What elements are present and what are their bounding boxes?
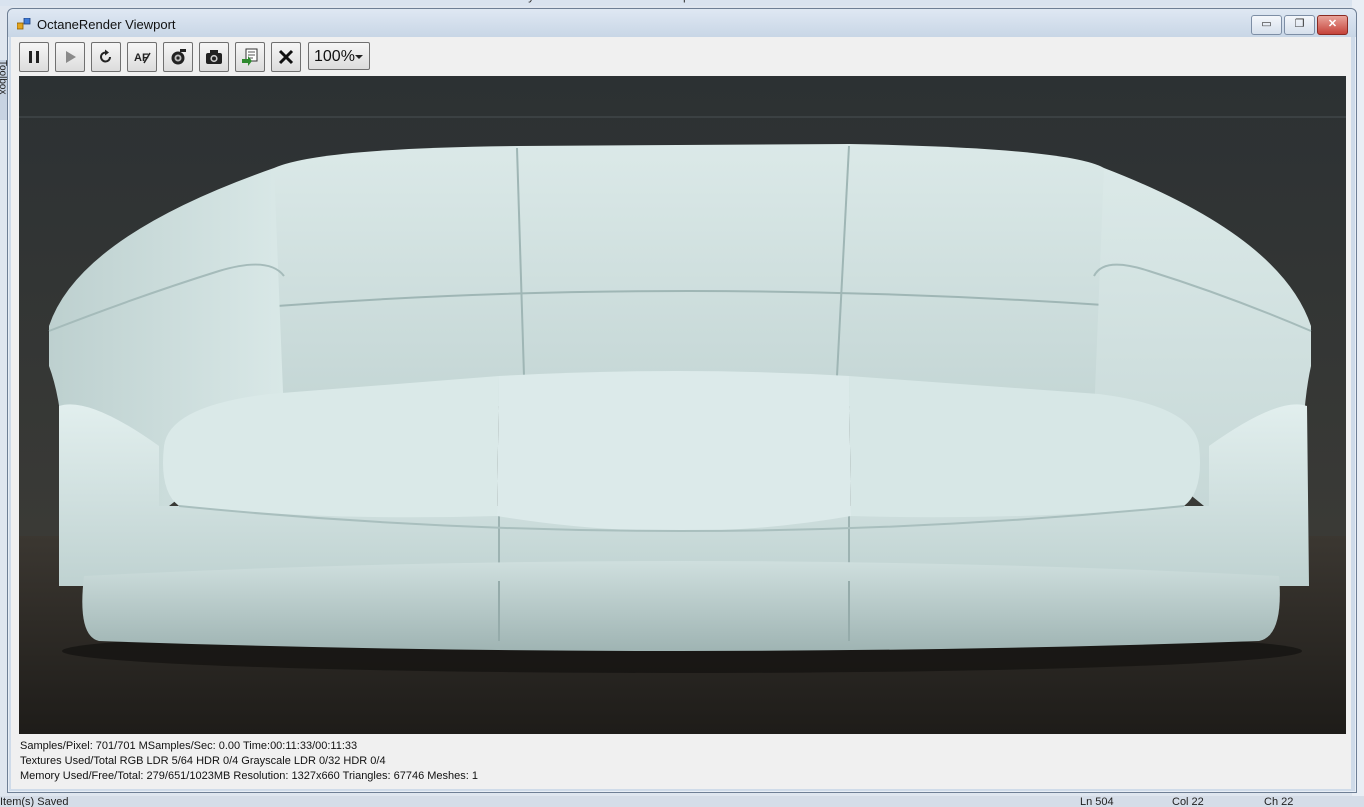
octane-app-icon — [17, 18, 31, 30]
stop-button[interactable] — [271, 42, 301, 72]
octane-viewport-window: OctaneRender Viewport ▭ ❐ ✕ AF 100% Samp… — [7, 8, 1357, 793]
host-menu-item-dimension[interactable]: Dimension — [323, 0, 380, 3]
viewport-client: AF 100% Samples/Pixel: 701/701 MSamples/… — [11, 37, 1351, 789]
host-menu-item-help[interactable]: Help — [665, 0, 690, 3]
render-viewport[interactable] — [19, 76, 1346, 734]
render-statistics: Samples/Pixel: 701/701 MSamples/Sec: 0.0… — [20, 739, 478, 784]
host-menu-item-panels[interactable]: Panels — [614, 0, 651, 3]
zoom-dropdown[interactable]: 100% — [308, 42, 370, 70]
status-message: Item(s) Saved — [0, 796, 69, 807]
zoom-value: 100% — [314, 48, 355, 65]
stats-samples-line: Samples/Pixel: 701/701 MSamples/Sec: 0.0… — [20, 740, 358, 752]
host-menu-item-tools[interactable]: Tools — [462, 0, 490, 3]
maximize-button[interactable]: ❐ — [1284, 15, 1315, 35]
host-statusbar: Item(s) Saved Ln 504 Col 22 Ch 22 — [0, 796, 1364, 807]
host-menu-item-mesh[interactable]: Mesh — [280, 0, 309, 3]
pause-button[interactable] — [19, 42, 49, 72]
host-menu-item-solid[interactable]: Solid — [239, 0, 266, 3]
host-menu-item-analyze[interactable]: Analyze — [504, 0, 547, 3]
pause-icon — [29, 51, 39, 63]
minimize-button[interactable]: ▭ — [1251, 15, 1282, 35]
stats-memory-line: Memory Used/Free/Total: 279/651/1023MB R… — [20, 770, 478, 782]
host-menu-items: File Edit View Curve Surface Solid Mesh Dimensi… — [30, 0, 690, 3]
host-menu-item-render[interactable]: Render — [561, 0, 600, 3]
export-icon — [242, 48, 258, 66]
status-char: Ch 22 — [1264, 796, 1294, 807]
host-menu-item-edit[interactable]: Edit — [63, 0, 84, 3]
status-column: Col 22 — [1172, 796, 1204, 807]
render-toolbar: AF 100% — [11, 37, 1351, 75]
restart-button[interactable] — [91, 42, 121, 72]
host-menu-item-surface[interactable]: Surface — [184, 0, 225, 3]
window-titlebar[interactable]: OctaneRender Viewport ▭ ❐ ✕ — [8, 9, 1356, 37]
export-button[interactable] — [235, 42, 265, 72]
host-menu-item-curve[interactable]: Curve — [138, 0, 170, 3]
window-title: OctaneRender Viewport — [37, 17, 176, 32]
focus-picker-button[interactable]: AF — [127, 42, 157, 72]
chevron-down-icon — [355, 55, 363, 59]
stop-x-icon — [278, 49, 294, 65]
camera-settings-icon — [171, 49, 186, 65]
camera-settings-button[interactable] — [163, 42, 193, 72]
focus-picker-icon: AF — [134, 52, 151, 64]
play-icon — [66, 51, 76, 63]
close-button[interactable]: ✕ — [1317, 15, 1348, 35]
save-image-button[interactable] — [199, 42, 229, 72]
rendered-sofa-image — [19, 76, 1346, 734]
host-menu-item-view[interactable]: View — [98, 0, 124, 3]
host-menu-item-transform[interactable]: Transform — [394, 0, 448, 3]
camera-icon — [206, 50, 222, 64]
stats-textures-line: Textures Used/Total RGB LDR 5/64 HDR 0/4… — [20, 755, 386, 767]
host-menu-item-file[interactable]: File — [30, 0, 49, 3]
host-menubar: File Edit View Curve Surface Solid Mesh Dimensi… — [0, 0, 1364, 6]
status-line: Ln 504 — [1080, 796, 1114, 807]
restart-icon — [100, 49, 111, 63]
play-button[interactable] — [55, 42, 85, 72]
